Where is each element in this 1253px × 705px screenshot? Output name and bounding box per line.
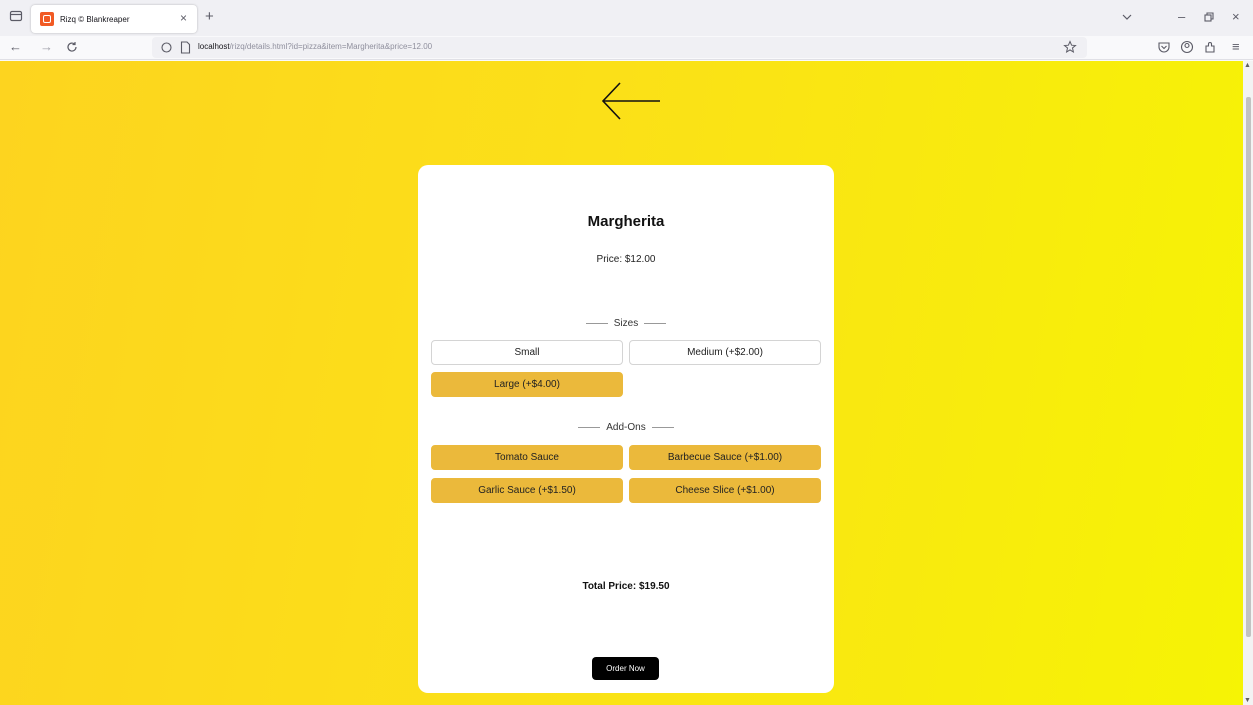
forward-icon[interactable]: → [40, 39, 53, 55]
divider-line [651, 426, 674, 428]
size-option-small[interactable]: Small [431, 340, 623, 365]
addons-heading-label: Add-Ons [606, 422, 646, 433]
browser-tab[interactable]: Rizq © Blankreaper × [31, 5, 197, 33]
divider-line [578, 426, 601, 428]
scrollbar-thumb[interactable] [1246, 97, 1251, 637]
sizes-heading-label: Sizes [613, 318, 639, 329]
close-icon[interactable]: × [1232, 9, 1240, 25]
bookmark-star-icon[interactable] [1063, 40, 1077, 54]
addon-option-barbecue-sauce[interactable]: Barbecue Sauce (+$1.00) [629, 445, 821, 470]
chevron-down-icon[interactable] [1121, 11, 1133, 23]
size-option-large[interactable]: Large (+$4.00) [431, 372, 623, 397]
tab-title: Rizq © Blankreaper [60, 14, 130, 24]
back-arrow-icon[interactable] [600, 81, 662, 121]
order-now-button[interactable]: Order Now [592, 657, 659, 680]
back-icon[interactable]: ← [9, 39, 22, 55]
url-host: localhost [198, 42, 230, 51]
total-price: Total Price: $19.50 [582, 581, 670, 592]
item-title: Margherita [587, 213, 665, 230]
tabs-icon[interactable] [9, 9, 23, 23]
url-text[interactable]: localhost/rizq/details.html?id=pizza&ite… [198, 42, 432, 51]
divider-line [585, 322, 608, 324]
page-icon[interactable] [180, 41, 191, 54]
browser-titlebar: Rizq © Blankreaper × + – × [0, 0, 1253, 36]
divider-line [644, 322, 667, 324]
favicon-icon [40, 12, 54, 26]
account-icon[interactable] [1180, 40, 1194, 54]
page-viewport: Margherita Price: $12.00 Sizes Small Med… [0, 61, 1253, 705]
minimize-icon[interactable]: – [1178, 9, 1185, 25]
menu-icon[interactable]: ≡ [1232, 39, 1240, 55]
new-tab-button[interactable]: + [205, 9, 214, 25]
addon-option-tomato-sauce[interactable]: Tomato Sauce [431, 445, 623, 470]
scroll-down-icon[interactable]: ▼ [1244, 697, 1251, 704]
url-path: /rizq/details.html?id=pizza&item=Margher… [229, 42, 433, 51]
shield-icon[interactable] [161, 42, 172, 53]
addon-option-garlic-sauce[interactable]: Garlic Sauce (+$1.50) [431, 478, 623, 503]
pocket-icon[interactable] [1157, 40, 1171, 54]
maximize-icon[interactable] [1203, 11, 1215, 23]
reload-icon[interactable] [66, 41, 78, 53]
scroll-up-icon[interactable]: ▲ [1244, 62, 1251, 69]
tab-close-icon[interactable]: × [180, 11, 187, 25]
page-scrollbar[interactable]: ▲ ▼ [1243, 61, 1253, 705]
browser-navbar: ← → localhost/rizq/details.html?id=pizza… [0, 36, 1253, 60]
addon-option-cheese-slice[interactable]: Cheese Slice (+$1.00) [629, 478, 821, 503]
url-bar[interactable]: localhost/rizq/details.html?id=pizza&ite… [152, 37, 1087, 58]
size-option-medium[interactable]: Medium (+$2.00) [629, 340, 821, 365]
item-price: Price: $12.00 [596, 254, 656, 265]
item-details-card: Margherita Price: $12.00 Sizes Small Med… [418, 165, 834, 693]
extensions-icon[interactable] [1203, 40, 1217, 54]
sizes-heading: Sizes [418, 318, 834, 329]
addons-heading: Add-Ons [418, 422, 834, 433]
